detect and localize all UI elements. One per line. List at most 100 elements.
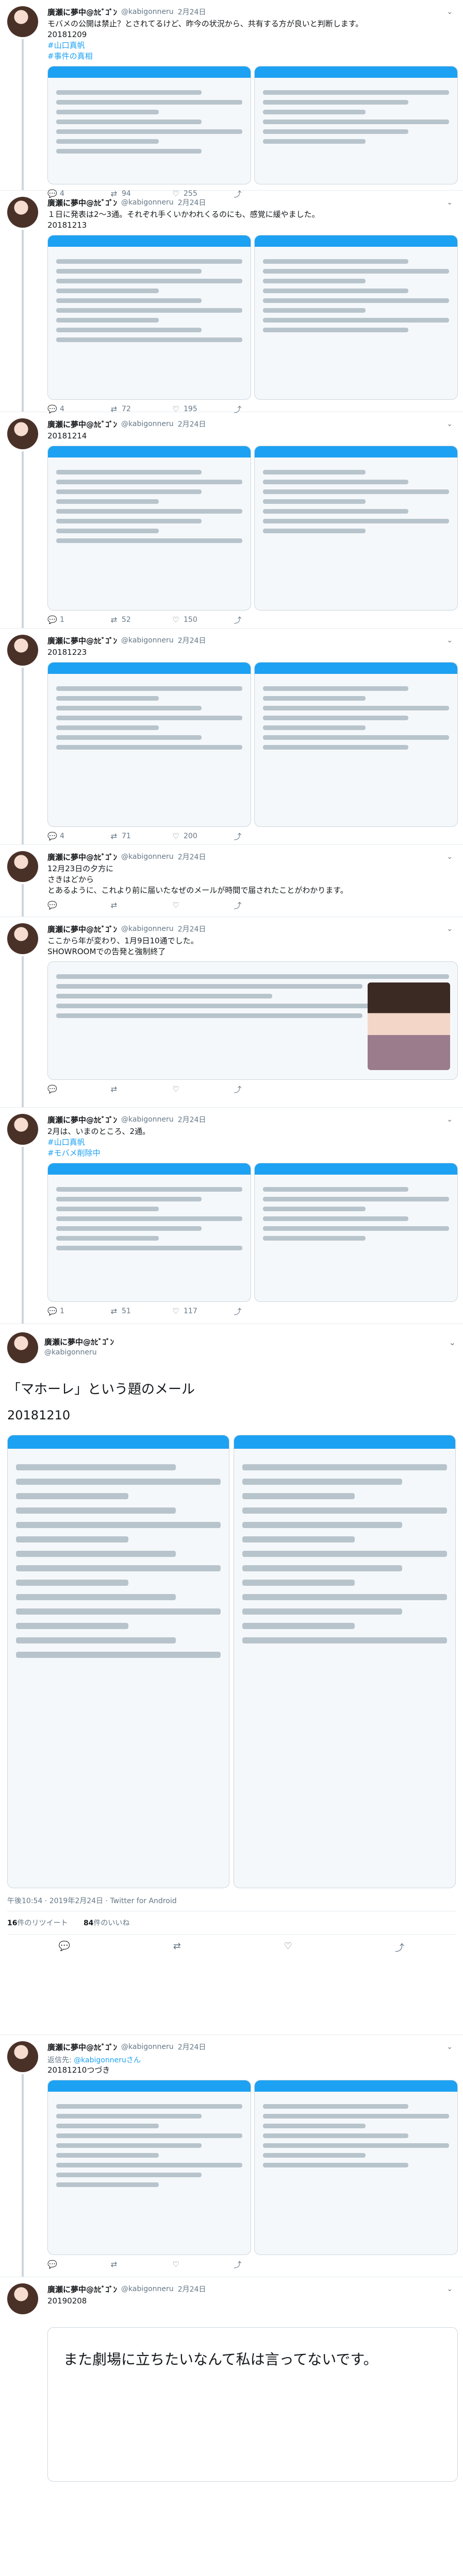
share-button[interactable]: ⤴ xyxy=(233,900,295,911)
tweet[interactable]: 廣瀬に夢中@ｶﾋﾞｺﾞﾝ @kabigonneru 2月24日 ⌄ 2月は、いま… xyxy=(0,1108,463,1324)
tweet-media[interactable] xyxy=(47,66,458,184)
avatar[interactable] xyxy=(7,851,38,882)
hashtag-link[interactable]: #山口真帆 xyxy=(47,1137,458,1148)
tweet-date[interactable]: 2月24日 xyxy=(178,419,206,429)
mail-screenshot-image[interactable] xyxy=(47,66,251,184)
tweet-media[interactable] xyxy=(7,1435,456,1888)
chevron-down-icon[interactable]: ⌄ xyxy=(449,1332,456,1347)
author-handle[interactable]: @kabigonneru xyxy=(121,636,174,645)
author-name[interactable]: 廣瀬に夢中@ｶﾋﾞｺﾞﾝ xyxy=(47,1114,117,1125)
mail-screenshot-image[interactable] xyxy=(254,446,458,611)
author-handle[interactable]: @kabigonneru xyxy=(121,2043,174,2051)
tweet-date[interactable]: 2月24日 xyxy=(178,7,206,17)
like-button[interactable]: ♡ xyxy=(171,1084,233,1094)
chevron-down-icon[interactable]: ⌄ xyxy=(447,853,453,861)
share-icon[interactable]: ⤴ xyxy=(395,1941,404,1954)
avatar[interactable] xyxy=(7,2041,38,2072)
author-handle[interactable]: @kabigonneru xyxy=(121,1115,174,1124)
retweet-button[interactable]: ⇄ 51 xyxy=(109,1307,171,1316)
tweet-media[interactable] xyxy=(47,235,458,400)
mail-screenshot-image[interactable] xyxy=(47,1163,251,1302)
reply-button[interactable]: 💬 xyxy=(47,2260,109,2269)
share-button[interactable]: ⤴ xyxy=(233,615,295,625)
mail-screenshot-image[interactable]: また劇場に立ちたいなんて私は言ってないです。 xyxy=(47,2327,458,2482)
like-button[interactable]: ♡ xyxy=(171,2260,233,2269)
tweet-date[interactable]: 2月24日 xyxy=(178,1114,206,1125)
mail-screenshot-image[interactable] xyxy=(47,235,251,400)
chevron-down-icon[interactable]: ⌄ xyxy=(447,636,453,645)
author-handle[interactable]: @kabigonneru xyxy=(121,8,174,16)
tweet-timestamp[interactable]: 午後10:54 · 2019年2月24日 · Twitter for Andro… xyxy=(7,1895,456,1906)
retweet-button[interactable]: ⇄ xyxy=(109,2260,171,2269)
tweet-date[interactable]: 2月24日 xyxy=(178,2042,206,2052)
avatar[interactable] xyxy=(7,1332,38,1363)
author-name[interactable]: 廣瀬に夢中@ｶﾋﾞｺﾞﾝ xyxy=(47,635,117,646)
reply-button[interactable]: 💬 xyxy=(47,901,109,910)
mail-screenshot-image[interactable] xyxy=(254,66,458,184)
share-button[interactable]: ⤴ xyxy=(233,1084,295,1095)
tweet-date[interactable]: 2月24日 xyxy=(178,635,206,646)
mail-screenshot-image[interactable] xyxy=(7,1435,229,1888)
mail-screenshot-image[interactable] xyxy=(254,1163,458,1302)
chevron-down-icon[interactable]: ⌄ xyxy=(447,925,453,933)
avatar[interactable] xyxy=(7,418,38,449)
like-button[interactable]: ♡ 200 xyxy=(171,832,233,841)
author-name[interactable]: 廣瀬に夢中@ｶﾋﾞｺﾞﾝ xyxy=(47,7,117,18)
retweet-button[interactable]: ⇄ 52 xyxy=(109,615,171,624)
author-name[interactable]: 廣瀬に夢中@ｶﾋﾞｺﾞﾝ xyxy=(47,2042,117,2053)
reply-tweet[interactable]: 廣瀬に夢中@ｶﾋﾞｺﾞﾝ @kabigonneru 2月24日 ⌄ 201902… xyxy=(0,2277,463,2500)
tweet-date[interactable]: 2月24日 xyxy=(178,2284,206,2294)
tweet[interactable]: 廣瀬に夢中@ｶﾋﾞｺﾞﾝ @kabigonneru 2月24日 ⌄ 12月23日… xyxy=(0,845,463,917)
reply-button[interactable]: 💬 1 xyxy=(47,1307,109,1316)
reply-tweet[interactable]: 廣瀬に夢中@ｶﾋﾞｺﾞﾝ @kabigonneru 2月24日 ⌄ 返信先: @… xyxy=(0,2035,463,2277)
tweet[interactable]: 廣瀬に夢中@ｶﾋﾞｺﾞﾝ @kabigonneru 2月24日 ⌄ １日に発表は… xyxy=(0,191,463,414)
chevron-down-icon[interactable]: ⌄ xyxy=(447,420,453,428)
tweet[interactable]: 廣瀬に夢中@ｶﾋﾞｺﾞﾝ @kabigonneru 2月24日 ⌄ 201812… xyxy=(0,629,463,845)
like-button[interactable]: ♡ 150 xyxy=(171,615,233,624)
hashtag-link[interactable]: #山口真帆 xyxy=(47,40,458,51)
tweet-media[interactable] xyxy=(47,446,458,611)
retweet-button[interactable]: ⇄ xyxy=(109,901,171,910)
avatar[interactable] xyxy=(7,923,38,954)
avatar[interactable] xyxy=(7,635,38,666)
mail-screenshot-image[interactable] xyxy=(47,446,251,611)
hashtag-link[interactable]: #事件の真相 xyxy=(47,51,458,62)
reply-to-handle[interactable]: @kabigonneruさん xyxy=(74,2056,141,2064)
like-button[interactable]: ♡ 117 xyxy=(171,1307,233,1316)
reply-icon[interactable]: 💬 xyxy=(59,1941,70,1954)
like-total-label[interactable]: 件のいいね xyxy=(93,1919,129,1927)
tweet[interactable]: 廣瀬に夢中@ｶﾋﾞｺﾞﾝ @kabigonneru 2月24日 ⌄ 201812… xyxy=(0,412,463,629)
tweet-date[interactable]: 2月24日 xyxy=(178,197,206,208)
retweet-total[interactable]: 16 xyxy=(7,1919,17,1927)
like-button[interactable]: ♡ xyxy=(171,901,233,910)
retweet-button[interactable]: ⇄ 71 xyxy=(109,832,171,841)
reply-button[interactable]: 💬 4 xyxy=(47,832,109,841)
mail-screenshot-image[interactable] xyxy=(234,1435,456,1888)
tweet-media[interactable] xyxy=(47,961,458,1080)
mail-screenshot-image[interactable] xyxy=(47,2080,251,2255)
chevron-down-icon[interactable]: ⌄ xyxy=(447,8,453,16)
tweet-media[interactable] xyxy=(47,662,458,827)
showroom-screenshot-image[interactable] xyxy=(47,961,458,1080)
reply-button[interactable]: 💬 xyxy=(47,1084,109,1094)
retweet-button[interactable]: ⇄ xyxy=(109,1084,171,1094)
share-button[interactable]: ⤴ xyxy=(233,2259,295,2270)
chevron-down-icon[interactable]: ⌄ xyxy=(447,1115,453,1124)
author-name[interactable]: 廣瀬に夢中@ｶﾋﾞｺﾞﾝ xyxy=(47,419,117,430)
tweet-media[interactable] xyxy=(47,2080,458,2255)
author-handle[interactable]: @kabigonneru xyxy=(121,2285,174,2293)
author-name[interactable]: 廣瀬に夢中@ｶﾋﾞｺﾞﾝ xyxy=(47,197,117,208)
author-handle[interactable]: @kabigonneru xyxy=(44,1348,114,1357)
avatar[interactable] xyxy=(7,6,38,37)
mail-screenshot-image[interactable] xyxy=(254,235,458,400)
author-name[interactable]: 廣瀬に夢中@ｶﾋﾞｺﾞﾝ xyxy=(44,1336,114,1347)
tweet-date[interactable]: 2月24日 xyxy=(178,924,206,934)
mail-screenshot-image[interactable] xyxy=(254,662,458,827)
tweet-date[interactable]: 2月24日 xyxy=(178,852,206,862)
heart-icon[interactable]: ♡ xyxy=(284,1941,292,1954)
author-handle[interactable]: @kabigonneru xyxy=(121,198,174,207)
chevron-down-icon[interactable]: ⌄ xyxy=(447,2043,453,2051)
avatar[interactable] xyxy=(7,2283,38,2314)
avatar[interactable] xyxy=(7,197,38,228)
mail-screenshot-image[interactable] xyxy=(254,2080,458,2255)
